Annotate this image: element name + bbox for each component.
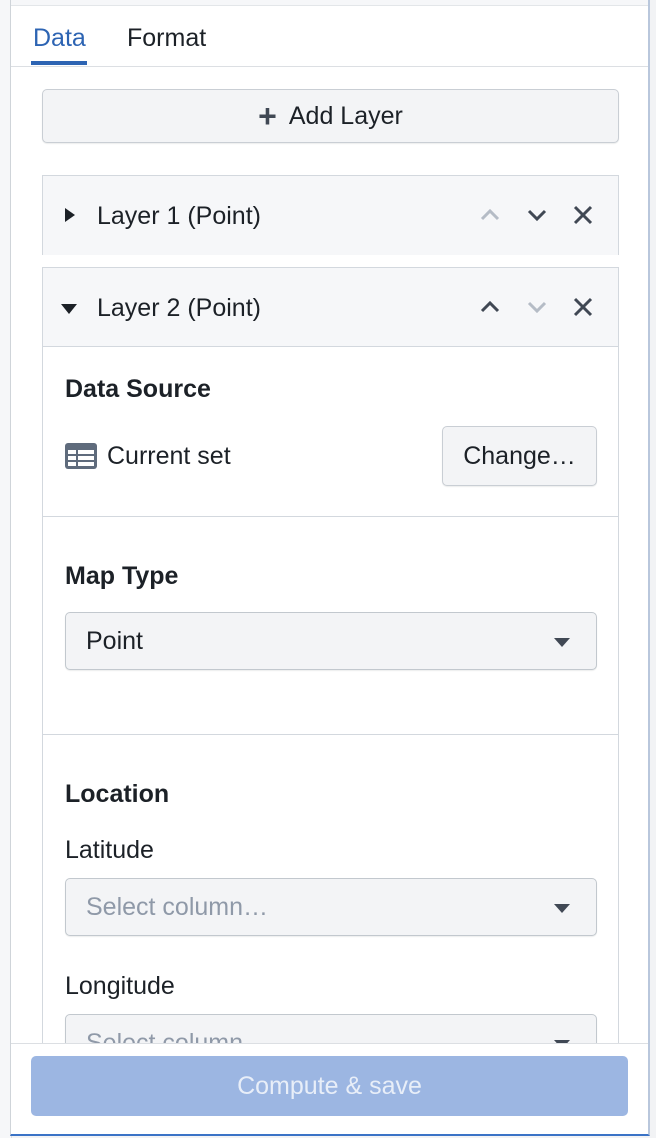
close-icon [573, 205, 593, 225]
remove-layer-button-1[interactable] [568, 200, 598, 230]
remove-layer-button-2[interactable] [568, 292, 598, 322]
move-down-button-2[interactable] [522, 292, 552, 322]
move-down-button-1[interactable] [522, 200, 552, 230]
current-set-label: Current set [107, 442, 231, 470]
caret-down-icon[interactable] [61, 304, 77, 314]
caret-down-icon [554, 904, 570, 913]
location-section: Location Latitude Select column… Longitu… [43, 735, 618, 1043]
data-source-title: Data Source [65, 375, 211, 403]
change-data-source-button[interactable]: Change… [442, 426, 597, 486]
plus-icon: + [258, 98, 277, 134]
layer-editor-panel: Data Format + Add Layer Layer 1 (Point) [10, 0, 650, 1136]
caret-down-icon [554, 638, 570, 647]
tab-format[interactable]: Format [127, 24, 206, 52]
layer-card-1: Layer 1 (Point) [42, 175, 619, 255]
longitude-select[interactable]: Select column… [65, 1014, 597, 1043]
move-up-button-2[interactable] [475, 292, 505, 322]
add-layer-button[interactable]: + Add Layer [42, 89, 619, 143]
chevron-down-icon [527, 301, 547, 313]
layer-header-1[interactable]: Layer 1 (Point) [43, 176, 618, 255]
map-type-value: Point [86, 627, 143, 655]
chevron-down-icon [527, 209, 547, 221]
layer-title-2: Layer 2 (Point) [97, 294, 261, 322]
longitude-label: Longitude [65, 972, 175, 1000]
layer-title-1: Layer 1 (Point) [97, 202, 261, 230]
map-type-title: Map Type [65, 562, 179, 590]
tab-bar: Data Format [11, 6, 648, 67]
panel-content: + Add Layer Layer 1 (Point) Layer 2 (Poi… [11, 68, 648, 1043]
compute-save-button[interactable]: Compute & save [31, 1056, 628, 1116]
chevron-up-icon [480, 209, 500, 221]
map-type-select[interactable]: Point [65, 612, 597, 670]
add-layer-label: Add Layer [288, 101, 403, 130]
table-icon [65, 443, 97, 469]
longitude-placeholder: Select column… [86, 1029, 269, 1043]
layer-header-2[interactable]: Layer 2 (Point) [43, 268, 618, 347]
latitude-select[interactable]: Select column… [65, 878, 597, 936]
latitude-label: Latitude [65, 836, 154, 864]
location-title: Location [65, 780, 170, 808]
active-tab-indicator [31, 61, 87, 65]
latitude-placeholder: Select column… [86, 893, 269, 921]
caret-right-icon[interactable] [65, 208, 75, 222]
layer-card-2: Layer 2 (Point) Data Source Current set … [42, 267, 619, 1043]
data-source-section: Data Source Current set Change… [43, 348, 618, 517]
panel-footer: Compute & save [11, 1043, 648, 1134]
close-icon [573, 297, 593, 317]
chevron-up-icon [480, 301, 500, 313]
tab-data[interactable]: Data [33, 24, 86, 52]
map-type-section: Map Type Point [43, 517, 618, 735]
move-up-button-1[interactable] [475, 200, 505, 230]
